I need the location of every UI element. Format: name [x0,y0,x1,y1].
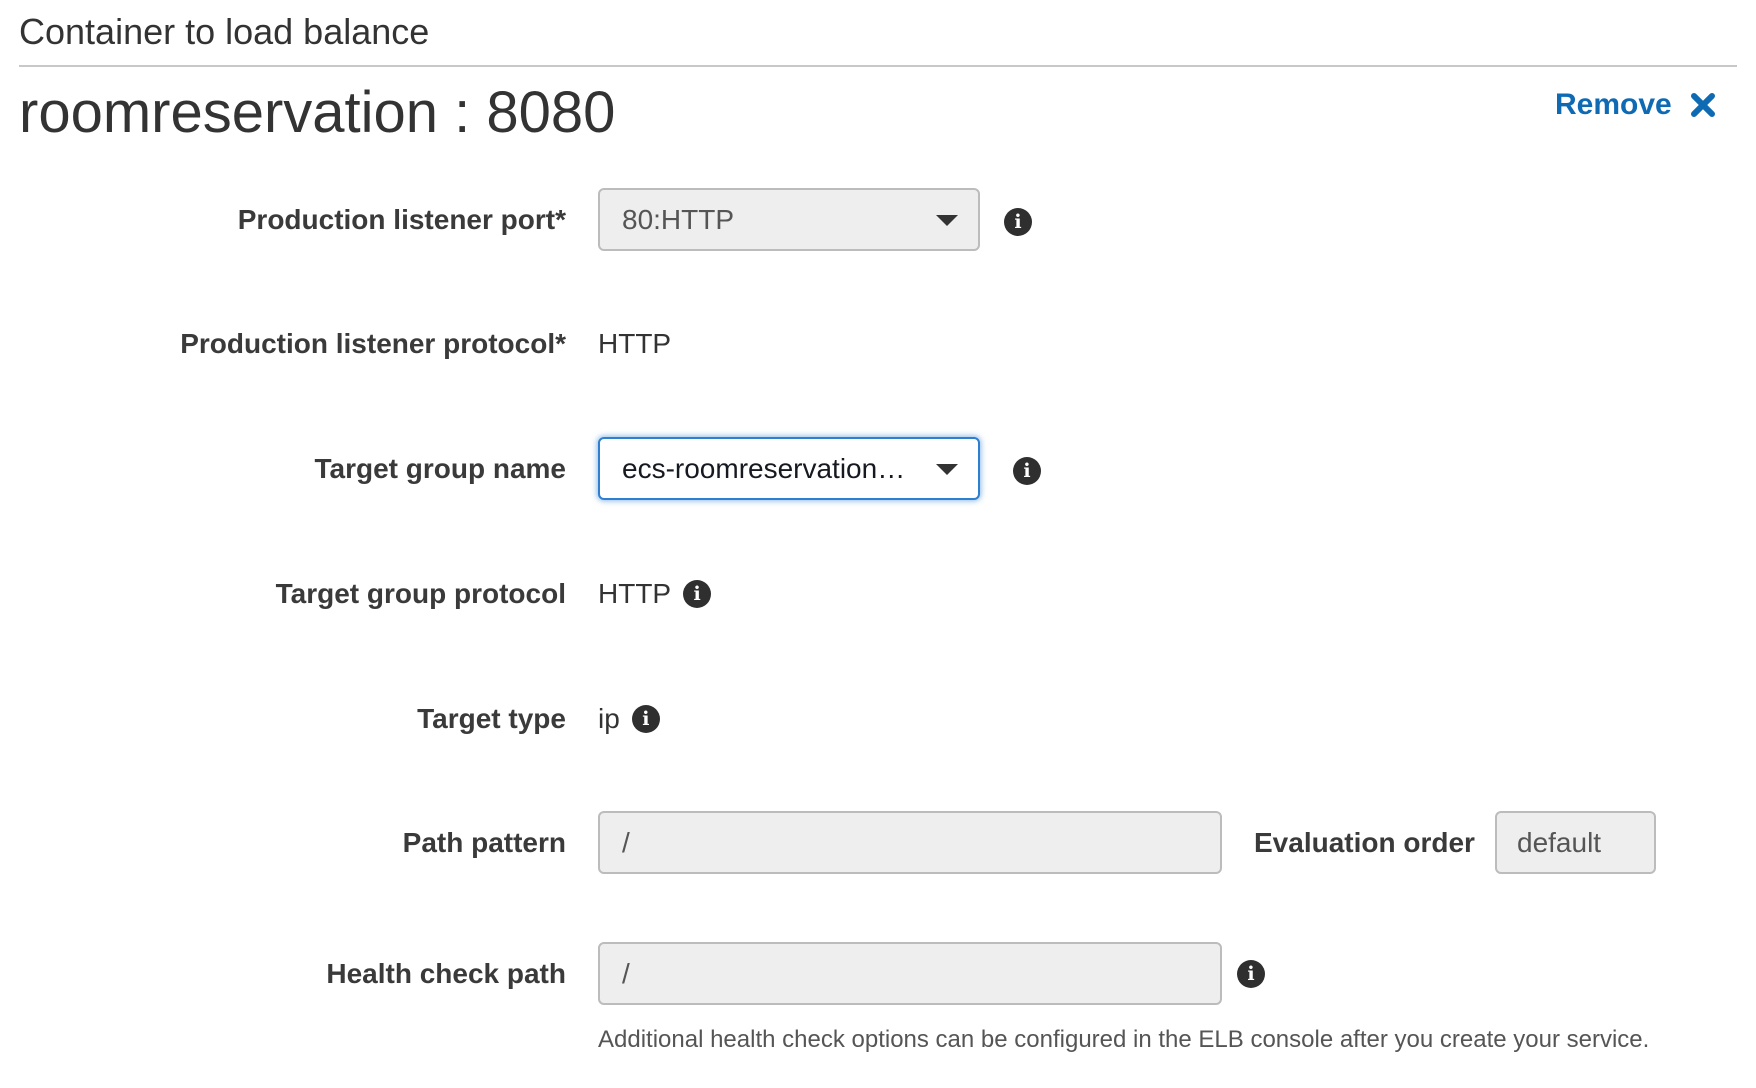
production-listener-protocol-row: Production listener protocol* HTTP [0,309,1756,379]
info-icon[interactable]: i [1004,208,1032,236]
caret-down-icon [936,464,958,475]
production-listener-port-label: Production listener port* [237,204,566,235]
production-listener-port-select[interactable]: 80:HTTP [598,188,980,251]
caret-down-icon [936,215,958,226]
target-group-protocol-value: HTTP [598,578,672,609]
path-pattern-input[interactable]: / [598,811,1222,874]
target-group-name-row: Target group name ecs-roomreservation… i [0,434,1756,504]
target-group-name-value: ecs-roomreservation… [622,453,906,484]
target-group-name-label: Target group name [314,453,566,484]
path-pattern-row: Path pattern / Evaluation order default [0,808,1756,878]
production-listener-port-row: Production listener port* 80:HTTP i [0,185,1756,255]
target-group-protocol-label: Target group protocol [275,578,566,609]
target-group-protocol-row: Target group protocol HTTP i [0,559,1756,629]
target-type-value: ip [598,703,620,734]
section-divider [19,65,1737,67]
remove-button[interactable]: Remove [1555,88,1716,122]
remove-label: Remove [1555,88,1672,121]
health-check-path-value: / [622,958,630,989]
container-title: roomreservation : 8080 [19,80,616,145]
info-icon[interactable]: i [1013,457,1041,485]
target-type-row: Target type ip i [0,684,1756,754]
production-listener-protocol-value-wrap: HTTP [598,309,671,379]
target-type-value-wrap: ip i [598,684,660,754]
target-group-protocol-value-wrap: HTTP i [598,559,712,629]
evaluation-order-input[interactable]: default [1495,811,1656,874]
info-icon[interactable]: i [683,580,712,608]
path-pattern-value: / [622,827,630,858]
section-title: Container to load balance [19,11,430,52]
production-listener-protocol-label: Production listener protocol* [180,328,566,359]
close-icon [1690,93,1715,117]
evaluation-order-label: Evaluation order [1254,827,1475,858]
target-type-label: Target type [417,703,566,734]
target-group-name-select[interactable]: ecs-roomreservation… [598,437,980,500]
info-icon[interactable]: i [1237,960,1265,988]
production-listener-port-value: 80:HTTP [622,204,735,235]
health-check-path-input[interactable]: / [598,942,1222,1005]
info-icon[interactable]: i [631,705,660,733]
production-listener-protocol-value: HTTP [598,328,672,359]
health-check-path-label: Health check path [326,958,566,989]
health-check-help-text: Additional health check options can be c… [598,1026,1650,1053]
path-pattern-label: Path pattern [402,827,566,858]
evaluation-order-value: default [1517,827,1602,858]
health-check-path-row: Health check path / i [0,939,1756,1009]
